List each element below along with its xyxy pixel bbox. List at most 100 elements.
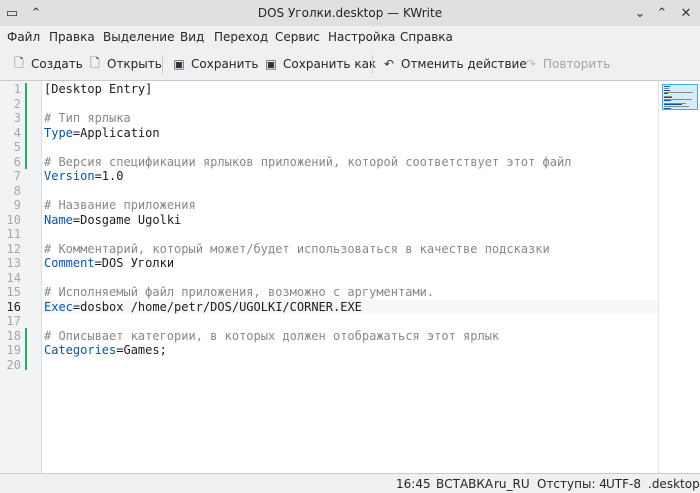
new-document-icon: 🗋 <box>14 55 24 70</box>
saved-change-marker <box>25 328 27 370</box>
menu-go[interactable]: Переход <box>214 30 268 44</box>
comment-text: # Комментарий, который может/будет испол… <box>44 241 550 256</box>
menu-view[interactable]: Вид <box>180 30 204 44</box>
open-button[interactable]: 🗋 Открыть <box>88 56 162 72</box>
code-line[interactable]: Comment=DOS Уголки <box>44 256 174 271</box>
redo-button[interactable]: ↷ Повторить <box>524 56 610 72</box>
code-line[interactable]: # Исполняемый файл приложения, возможно … <box>44 285 434 300</box>
menu-edit[interactable]: Правка <box>49 30 95 44</box>
code-text: =dosbox /home/petr/DOS/UGOLKI/CORNER.EXE <box>72 299 362 314</box>
code-line[interactable]: # Название приложения <box>44 198 196 213</box>
comment-text: # Название приложения <box>44 198 196 212</box>
desktop-entry-key: Categories <box>44 343 117 357</box>
toolbar-separator <box>372 55 373 74</box>
line-number: 1 <box>13 82 21 96</box>
line-number: 9 <box>13 198 21 212</box>
code-text: =Application <box>72 125 160 140</box>
save-button[interactable]: ▣ Сохранить <box>172 56 259 72</box>
code-line[interactable]: # Версия спецификации ярлыков приложений… <box>44 155 571 170</box>
editor-area[interactable]: 1 2 3 4 5 6 7 8 9 10 11 12 13 14 15 16 17 18 19 20 [Desktop… <box>0 80 700 474</box>
maximize-icon[interactable]: ⌃ <box>652 3 672 23</box>
menu-selection[interactable]: Выделение <box>103 30 174 44</box>
desktop-entry-key: Exec <box>44 299 73 314</box>
saved-change-marker <box>25 83 27 169</box>
minimap-line <box>664 96 672 98</box>
line-number: 10 <box>6 212 21 227</box>
code-line[interactable]: # Комментарий, который может/будет испол… <box>44 242 550 257</box>
comment-text: # Описывает категории, в которых должен … <box>44 328 500 343</box>
code-line[interactable]: Type=Application <box>44 126 160 141</box>
menu-tools[interactable]: Сервис <box>275 30 320 44</box>
save-as-label: Сохранить как <box>283 57 377 71</box>
dictionary[interactable]: ru_RU <box>494 477 530 491</box>
line-number: 8 <box>13 183 21 198</box>
cursor-position[interactable]: 16:45 <box>396 477 431 491</box>
code-text: =DOS Уголки <box>94 256 175 270</box>
menu-file[interactable]: Файл <box>7 30 40 44</box>
line-number: 2 <box>13 96 21 111</box>
code-text: =Games; <box>116 343 167 357</box>
line-number: 5 <box>13 140 21 154</box>
menu-bar: Файл Правка Выделение Вид Переход Сервис… <box>0 26 700 50</box>
comment-text: # Версия спецификации ярлыков приложений… <box>44 154 572 169</box>
line-number: 15 <box>6 285 21 299</box>
input-mode[interactable]: ВСТАВКА <box>436 477 493 491</box>
desktop-entry-key: Version <box>44 169 95 183</box>
line-number: 6 <box>13 154 21 169</box>
desktop-entry-key: Type <box>44 125 73 140</box>
undo-icon: ↶ <box>383 57 395 71</box>
comment-text: # Тип ярлыка <box>44 111 131 125</box>
desktop-entry-key: Comment <box>44 256 95 270</box>
indentation[interactable]: Отступы: 4 <box>537 477 607 491</box>
minimap-line <box>664 107 671 109</box>
toolbar-separator <box>162 55 163 74</box>
main-toolbar: 🗋 Создать 🗋 Открыть ▣ Сохранить ▣ Сохран… <box>0 50 700 78</box>
new-label: Создать <box>31 57 83 71</box>
redo-label: Повторить <box>543 57 611 71</box>
minimap-line <box>664 89 671 91</box>
save-as-icon: ▣ <box>265 57 277 71</box>
minimize-icon[interactable]: ⌄ <box>630 3 650 23</box>
open-document-icon: 🗋 <box>90 55 100 70</box>
close-icon[interactable]: ✕ <box>676 3 696 23</box>
code-line[interactable]: Version=1.0 <box>44 169 123 184</box>
line-number: 4 <box>13 125 21 140</box>
line-number: 16 <box>6 299 21 314</box>
comment-text: # Исполняемый файл приложения, возможно … <box>44 285 435 299</box>
window-title: DOS Уголки.desktop — KWrite <box>257 6 443 20</box>
minimap-line <box>664 100 672 102</box>
code-text: =1.0 <box>94 169 124 183</box>
status-bar: 16:45 ВСТАВКА ru_RU Отступы: 4 UTF-8 .de… <box>0 475 700 493</box>
code-line[interactable]: Exec=dosbox /home/petr/DOS/UGOLKI/CORNER… <box>44 300 362 315</box>
minimap[interactable] <box>658 81 700 473</box>
undo-label: Отменить действие <box>401 57 527 71</box>
code-line[interactable]: # Тип ярлыка <box>44 111 131 126</box>
line-number-gutter: 1 2 3 4 5 6 7 8 9 10 11 12 13 14 15 16 17 18 19 20 <box>0 81 42 473</box>
line-number: 19 <box>6 343 21 357</box>
line-number: 3 <box>13 111 21 125</box>
line-number: 14 <box>6 270 21 285</box>
save-as-button[interactable]: ▣ Сохранить как <box>264 56 376 72</box>
code-line[interactable]: Name=Dosgame Ugolki <box>44 213 181 228</box>
code-text: [Desktop Entry] <box>44 82 153 96</box>
menu-help[interactable]: Справка <box>400 30 453 44</box>
line-number: 13 <box>6 256 21 270</box>
save-icon: ▣ <box>173 57 185 71</box>
line-number: 18 <box>6 328 21 343</box>
encoding[interactable]: UTF-8 <box>606 477 641 491</box>
file-type[interactable]: .desktop <box>648 477 700 491</box>
minimap-line <box>664 86 670 87</box>
minimap-line <box>664 104 682 105</box>
code-line[interactable]: [Desktop Entry] <box>44 82 152 97</box>
redo-icon: ↷ <box>525 57 537 71</box>
undo-button[interactable]: ↶ Отменить действие <box>382 56 527 72</box>
code-line[interactable]: Categories=Games; <box>44 343 167 358</box>
line-number: 12 <box>6 241 21 256</box>
open-label: Открыть <box>107 57 162 71</box>
menu-settings[interactable]: Настройка <box>328 30 395 44</box>
save-label: Сохранить <box>191 57 259 71</box>
line-number: 20 <box>6 357 21 372</box>
new-button[interactable]: 🗋 Создать <box>12 56 83 72</box>
code-line[interactable]: # Описывает категории, в которых должен … <box>44 329 499 344</box>
desktop-entry-key: Name <box>44 212 73 227</box>
